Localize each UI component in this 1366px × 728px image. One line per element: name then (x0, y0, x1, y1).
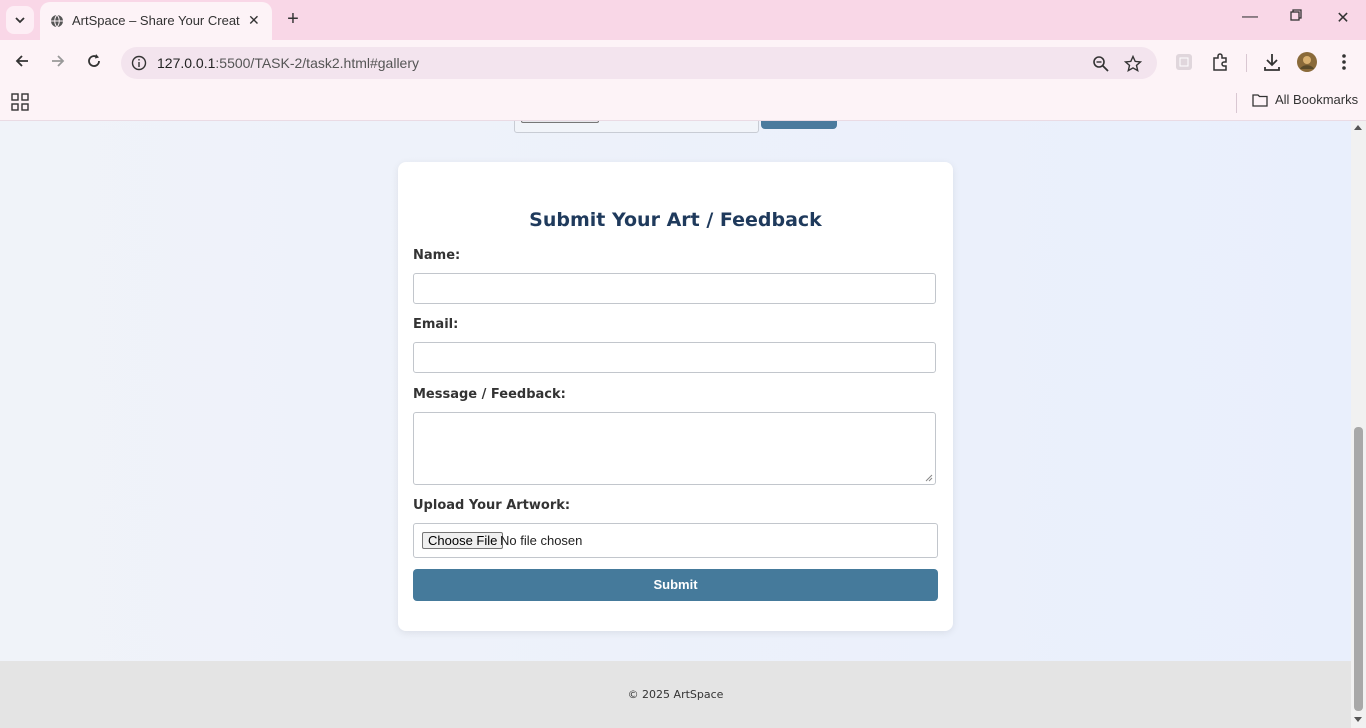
back-icon[interactable] (11, 52, 33, 74)
name-label: Name: (413, 248, 461, 263)
site-info-icon[interactable] (131, 55, 147, 71)
restore-icon[interactable] (1284, 8, 1308, 27)
all-bookmarks-button[interactable]: All Bookmarks (1252, 92, 1358, 107)
tab-strip: ArtSpace – Share Your Creativity ✕ + — ✕ (0, 0, 1366, 40)
all-bookmarks-label: All Bookmarks (1275, 92, 1359, 107)
chevron-down-icon (15, 17, 25, 24)
footer-copyright: © 2025 ArtSpace (627, 688, 724, 701)
name-input[interactable] (413, 273, 936, 304)
tab-search-button[interactable] (6, 6, 34, 34)
upload-label: Upload Your Artwork: (413, 498, 571, 513)
bookmarks-bar: All Bookmarks (0, 86, 1366, 121)
partial-input-inner (521, 121, 599, 123)
reload-icon[interactable] (83, 52, 105, 74)
file-upload-field[interactable]: Choose File No file chosen (413, 523, 938, 558)
tab-close-icon[interactable]: ✕ (248, 12, 260, 29)
forward-icon[interactable] (47, 52, 69, 74)
message-textarea[interactable] (413, 412, 936, 485)
url-path: :5500/TASK-2/task2.html#gallery (215, 55, 420, 71)
toolbar-divider (1246, 54, 1247, 72)
browser-toolbar: 127.0.0.1:5500/TASK-2/task2.html#gallery (0, 40, 1366, 86)
page-footer: © 2025 ArtSpace (0, 661, 1351, 728)
url-host: 127.0.0.1 (157, 55, 216, 71)
message-label: Message / Feedback: (413, 387, 566, 402)
minimize-icon[interactable]: — (1238, 8, 1262, 26)
file-status-text: No file chosen (500, 533, 583, 548)
email-input[interactable] (413, 342, 936, 373)
page-viewport: Submit Your Art / Feedback Name: Email: … (0, 121, 1351, 728)
resize-handle-icon[interactable] (925, 474, 933, 482)
avatar[interactable] (1297, 52, 1317, 72)
menu-icon[interactable] (1334, 52, 1354, 72)
bookmarks-divider (1236, 93, 1237, 113)
tab-title: ArtSpace – Share Your Creativity (72, 13, 240, 28)
url-text: 127.0.0.1:5500/TASK-2/task2.html#gallery (157, 55, 419, 71)
close-window-icon[interactable]: ✕ (1331, 8, 1355, 28)
scroll-thumb[interactable] (1354, 427, 1363, 711)
apps-grid-icon[interactable] (11, 93, 29, 111)
partial-search-input[interactable] (514, 121, 759, 133)
feedback-form-card: Submit Your Art / Feedback Name: Email: … (398, 162, 953, 631)
extension-grid-icon[interactable] (1174, 52, 1194, 72)
extensions-icon[interactable] (1210, 52, 1230, 72)
folder-icon (1252, 93, 1268, 107)
new-tab-button[interactable]: + (282, 8, 304, 30)
form-heading: Submit Your Art / Feedback (529, 209, 822, 231)
page-scrollbar[interactable] (1351, 121, 1366, 728)
email-label: Email: (413, 317, 459, 332)
globe-icon (51, 14, 63, 28)
download-icon[interactable] (1262, 52, 1282, 72)
bookmark-star-icon[interactable] (1124, 55, 1142, 73)
partial-search-button[interactable] (761, 121, 837, 129)
address-bar[interactable]: 127.0.0.1:5500/TASK-2/task2.html#gallery (121, 47, 1157, 79)
scroll-up-arrow-icon[interactable] (1354, 125, 1362, 130)
submit-button[interactable]: Submit (413, 569, 938, 601)
scroll-down-arrow-icon[interactable] (1354, 717, 1362, 722)
zoom-icon[interactable] (1092, 55, 1110, 73)
active-tab[interactable]: ArtSpace – Share Your Creativity ✕ (40, 2, 272, 40)
choose-file-button[interactable]: Choose File (422, 532, 504, 549)
